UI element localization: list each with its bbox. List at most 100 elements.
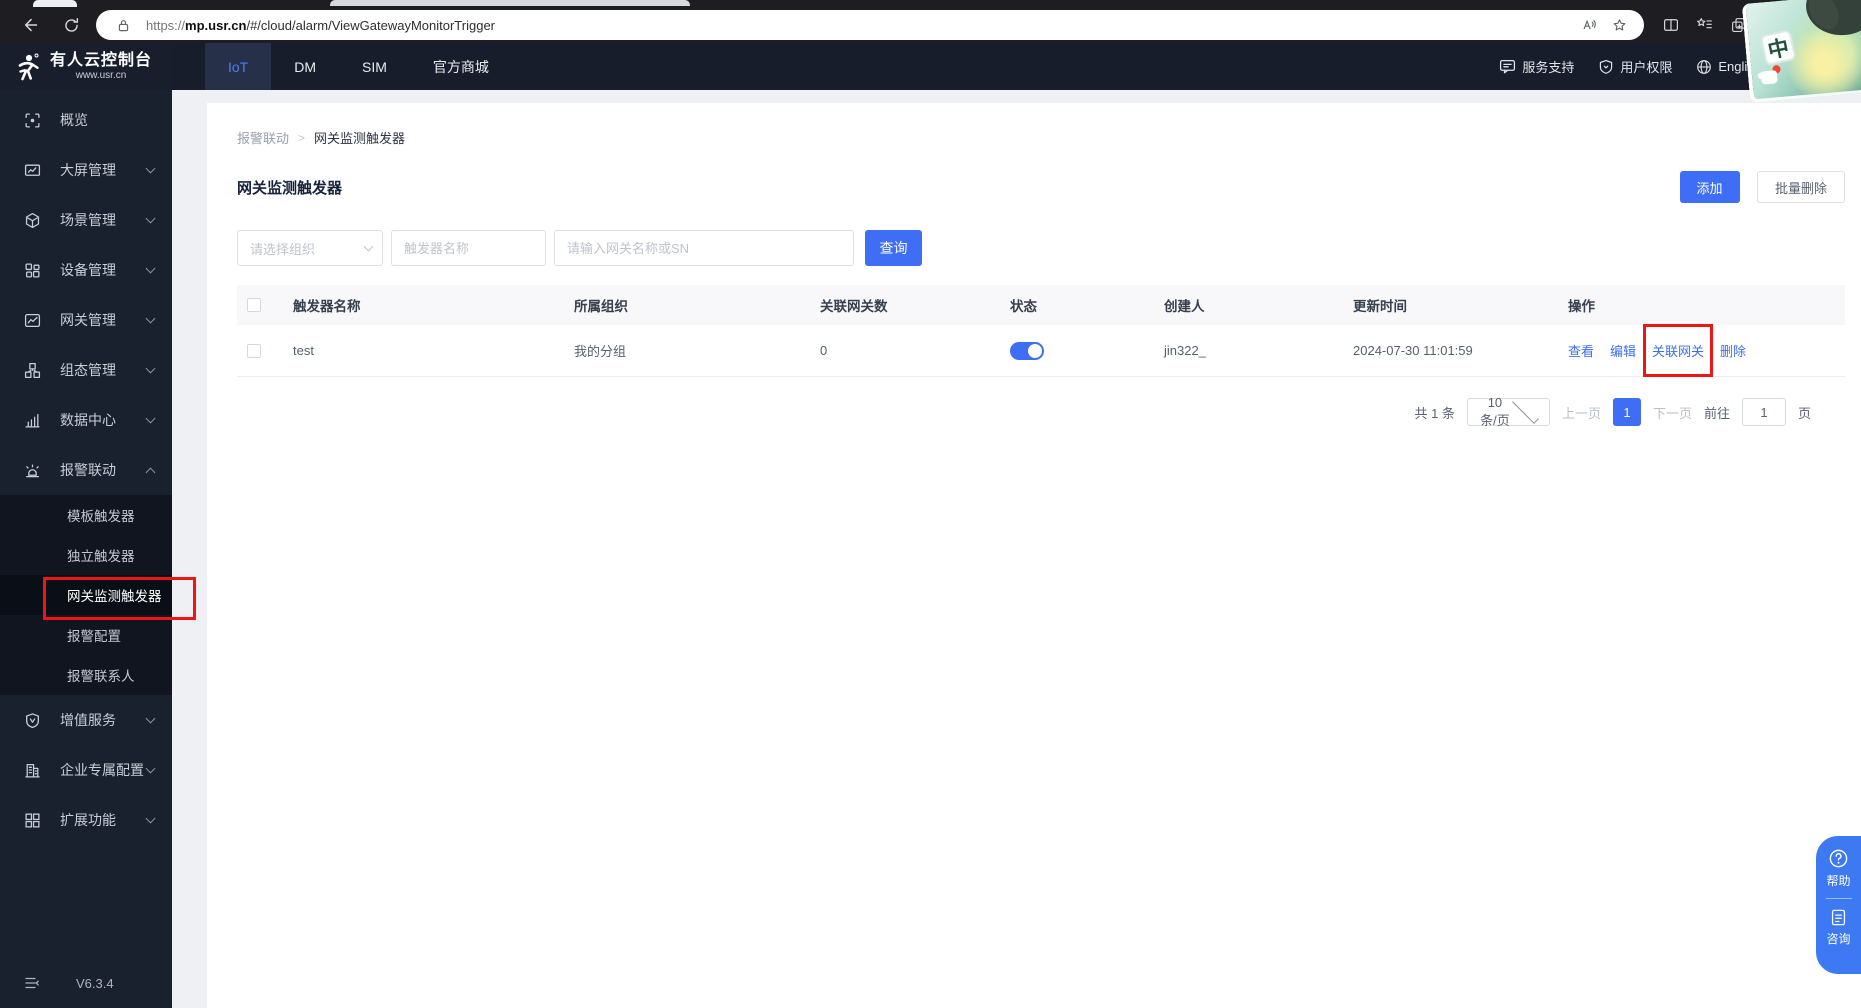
sidebar-item-data-center[interactable]: 数据中心 [0,395,172,445]
gateway-name-sn-input[interactable] [554,230,854,266]
device-icon [25,262,40,278]
sidebar-item-alarm-linkage[interactable]: 报警联动 [0,445,172,495]
enterprise-icon [25,763,40,778]
sidebar: 概览 大屏管理 场景管理 设备管理 网关管理 组态管理 数据中心 报警联动 模板… [0,90,172,1008]
alarm-icon [26,464,39,477]
add-button[interactable]: 添加 [1679,171,1740,203]
column-header: 操作 [1568,299,1595,314]
sidebar-item-gateway-mgmt[interactable]: 网关管理 [0,295,172,345]
search-button[interactable]: 查询 [865,230,922,266]
sidebar-label: 扩展功能 [60,812,116,828]
globe-icon [1697,59,1712,74]
column-header: 触发器名称 [293,299,361,314]
help-label[interactable]: 帮助 [1826,872,1850,889]
plugin-avatar[interactable]: 中 [1741,0,1861,103]
screen-icon [24,164,41,176]
column-header: 所属组织 [574,299,628,314]
configuration-icon [24,362,41,378]
current-page-button[interactable]: 1 [1612,398,1641,426]
sidebar-item-extensions[interactable]: 扩展功能 [0,795,172,845]
pagination-total: 共 1 条 [1414,405,1455,421]
sidebar-subitem-independent-trigger[interactable]: 独立触发器 [0,535,172,575]
favorites-bar-icon[interactable] [1688,11,1722,39]
refresh-icon[interactable] [54,11,88,39]
consult-label[interactable]: 咨询 [1826,930,1850,947]
view-link[interactable]: 查看 [1568,341,1594,360]
chevron-down-icon [145,213,156,224]
sidebar-subitem-gateway-monitor-trigger[interactable]: 网关监测触发器 [0,575,172,615]
document-icon[interactable] [1829,908,1848,927]
site-security-icon[interactable] [108,12,138,38]
sidebar-label: 数据中心 [60,412,116,428]
prev-page-button[interactable]: 上一页 [1562,403,1601,422]
service-support[interactable]: 服务支持 [1499,57,1574,76]
back-icon[interactable] [12,11,46,39]
tab-official-store[interactable]: 官方商城 [410,43,512,90]
page-title: 网关监测触发器 [237,179,343,197]
column-header: 更新时间 [1353,299,1407,314]
sidebar-label: 增值服务 [60,712,116,728]
scene-icon [25,212,40,228]
next-page-button[interactable]: 下一页 [1653,403,1692,422]
logo-subtitle: www.usr.cn [75,70,127,81]
link-gateway-link[interactable]: 关联网关 [1652,344,1704,359]
browser-active-tab-sliver [330,0,690,6]
goto-page-input[interactable] [1741,398,1786,426]
sidebar-item-value-added-services[interactable]: 增值服务 [0,695,172,745]
chevron-down-icon [145,713,156,724]
sidebar-item-device-mgmt[interactable]: 设备管理 [0,245,172,295]
tab-iot[interactable]: IoT [205,43,272,90]
column-header: 创建人 [1164,299,1205,314]
sidebar-item-enterprise-config[interactable]: 企业专属配置 [0,745,172,795]
url-text[interactable]: https://mp.usr.cn/#/cloud/alarm/ViewGate… [146,18,1574,33]
edit-link[interactable]: 编辑 [1610,341,1636,360]
help-icon[interactable] [1828,848,1849,869]
breadcrumb-current: 网关监测触发器 [314,131,406,146]
breadcrumb-parent[interactable]: 报警联动 [237,128,289,147]
collapse-sidebar-icon[interactable] [24,975,40,991]
sidebar-label: 场景管理 [60,212,116,228]
sidebar-item-configuration-mgmt[interactable]: 组态管理 [0,345,172,395]
top-nav-tabs: IoT DM SIM 官方商城 [205,43,512,90]
app-logo[interactable]: 有人云控制台 www.usr.cn [0,43,172,90]
row-checkbox[interactable] [247,343,261,358]
sidebar-subitem-template-trigger[interactable]: 模板触发器 [0,495,172,535]
sidebar-item-overview[interactable]: 概览 [0,95,172,145]
sidebar-subitem-alarm-contacts[interactable]: 报警联系人 [0,655,172,695]
trigger-name-input[interactable] [391,230,546,266]
trigger-table: 触发器名称 所属组织 关联网关数 状态 创建人 更新时间 操作 test 我的分… [237,285,1845,377]
org-select[interactable]: 请选择组织 [237,230,383,266]
chevron-down-icon [1512,397,1539,424]
tab-dm[interactable]: DM [271,43,339,90]
batch-delete-button[interactable]: 批量删除 [1757,171,1845,203]
main-content: 报警联动 > 网关监测触发器 网关监测触发器 添加 批量删除 请选择组织 查询 … [172,90,1861,1008]
read-aloud-icon[interactable] [1574,12,1604,38]
status-toggle[interactable] [1010,341,1044,360]
alarm-submenu: 模板触发器 独立触发器 网关监测触发器 报警配置 报警联系人 [0,495,172,695]
sidebar-subitem-alarm-config[interactable]: 报警配置 [0,615,172,655]
split-screen-icon[interactable] [1654,11,1688,39]
user-permissions[interactable]: 用户权限 [1598,57,1672,76]
cell-actions: 查看 编辑 关联网关 删除 [1568,324,1845,377]
gateway-icon [24,313,41,327]
title-actions: 添加 批量删除 [1679,171,1845,203]
sidebar-item-screen-mgmt[interactable]: 大屏管理 [0,145,172,195]
page-size-value: 10条/页 [1480,395,1510,428]
page-size-select[interactable]: 10条/页 [1466,395,1550,428]
sidebar-item-scene-mgmt[interactable]: 场景管理 [0,195,172,245]
select-all-checkbox[interactable] [247,298,261,312]
address-bar[interactable]: https://mp.usr.cn/#/cloud/alarm/ViewGate… [96,10,1644,40]
sidebar-label: 报警联动 [60,462,116,478]
widget-divider [1825,898,1852,899]
delete-link[interactable]: 删除 [1720,341,1746,360]
favorite-star-icon[interactable] [1604,12,1634,38]
cell-trigger-name: test [293,343,314,358]
tab-sim[interactable]: SIM [339,43,410,90]
value-added-icon [26,712,39,728]
header-right-group: 服务支持 用户权限 English [1499,43,1761,90]
browser-tab-sliver [33,0,77,7]
pagination: 共 1 条 10条/页 上一页 1 下一页 前往 页 [237,395,1811,428]
user-permissions-label: 用户权限 [1620,60,1673,75]
avatar-art: 中 [1741,0,1861,103]
version-label: V6.3.4 [76,975,114,991]
